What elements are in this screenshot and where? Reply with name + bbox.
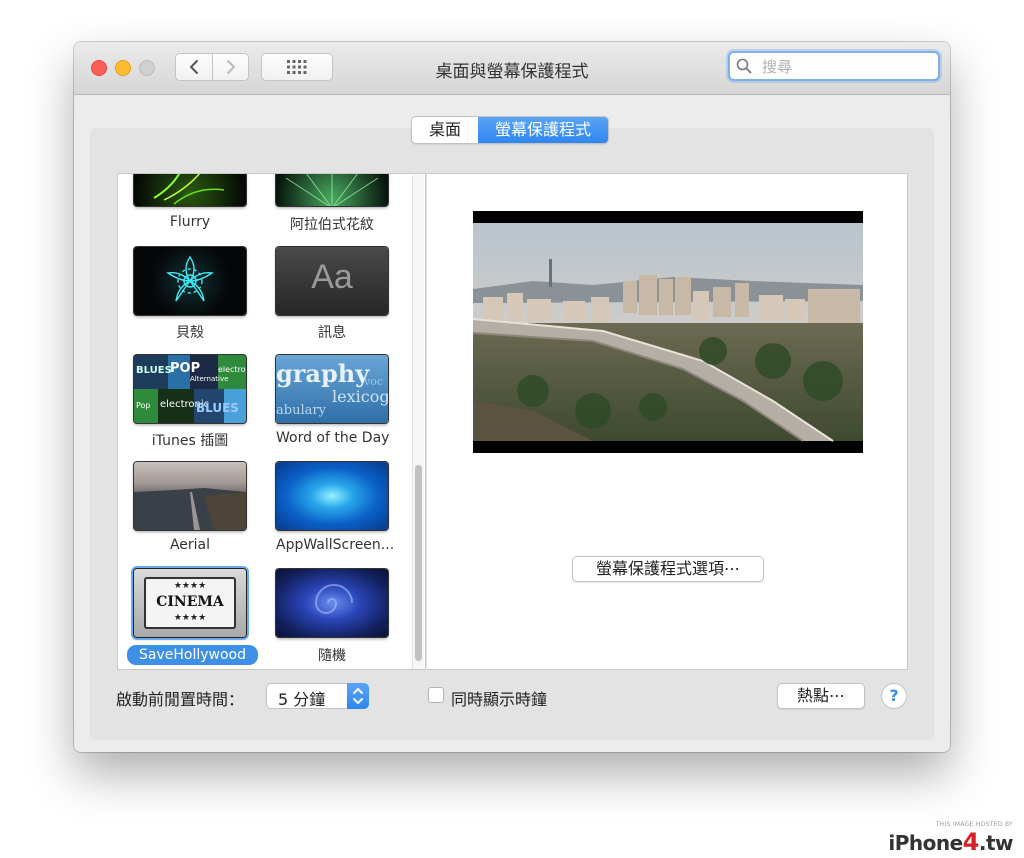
thumbnail-aerial[interactable]	[134, 462, 246, 530]
thumbnail-arabesque[interactable]	[276, 174, 388, 206]
cinema-ticket-text: CINEMA	[156, 594, 224, 610]
label-message: 訊息	[318, 325, 346, 341]
hot-corners-button[interactable]: 熱點⋯	[777, 683, 865, 709]
thumbnail-word-of-the-day[interactable]: graphy voc lexicog abulary	[276, 355, 388, 423]
message-thumb-text: Aa	[311, 258, 353, 296]
label-appwallscreen: AppWallScreen...	[276, 537, 395, 553]
tab-desktop[interactable]: 桌面	[412, 117, 478, 143]
aerial-art	[134, 488, 246, 530]
search-icon	[736, 58, 752, 74]
itunes-tile-blues-1: BLUES	[136, 365, 172, 376]
shell-art	[166, 255, 214, 302]
thumbnail-appwallscreen[interactable]	[276, 462, 388, 530]
itunes-tile-alternative: Alternative	[190, 375, 229, 383]
itunes-tile-pop-1: POP	[170, 361, 201, 376]
watermark-caption: THIS IMAGE HOSTED BY	[935, 821, 1013, 828]
itunes-tile-pop-2: Pop	[136, 401, 151, 410]
wotd-text-graphy: graphy	[276, 359, 370, 388]
thumbnail-random[interactable]	[276, 569, 388, 637]
watermark-brand-prefix: iPhone	[888, 831, 963, 855]
search-field[interactable]	[728, 51, 940, 81]
show-clock-label[interactable]: 同時顯示時鐘	[451, 686, 547, 710]
thumbnail-flurry[interactable]	[134, 174, 246, 206]
screensaver-list[interactable]: Flurry 阿拉伯式花紋 貝殼 Aa 訊息 BLUES POP Alterna…	[117, 173, 426, 670]
screensaver-options-button[interactable]: 螢幕保護程式選項⋯	[572, 556, 764, 582]
label-flurry: Flurry	[169, 214, 211, 230]
scrollbar-thumb[interactable]	[415, 465, 422, 661]
label-word-of-the-day: Word of the Day	[276, 430, 390, 446]
idle-time-label: 啟動前閒置時間：	[116, 690, 245, 709]
tab-screen-saver[interactable]: 螢幕保護程式	[478, 117, 609, 143]
flurry-art	[153, 174, 225, 205]
label-aerial: Aerial	[169, 537, 211, 553]
show-clock-checkbox[interactable]	[428, 687, 444, 703]
screensaver-preview	[472, 211, 863, 453]
label-arabesque: 阿拉伯式花紋	[290, 217, 374, 233]
itunes-tile-electronic-1: electronic	[218, 365, 246, 374]
watermark-brand-digit: 4	[962, 828, 980, 856]
label-savehollywood: SaveHollywood	[127, 645, 258, 665]
stepper-arrows[interactable]	[347, 683, 369, 709]
wotd-text-abulary: abulary	[276, 403, 326, 418]
wotd-text-lexicog: lexicog	[332, 387, 388, 406]
idle-time-select[interactable]: 5 分鐘	[266, 683, 369, 709]
watermark-logo: iPhone4.tw	[888, 828, 1013, 856]
list-scrollbar[interactable]	[412, 175, 424, 669]
preview-image	[472, 223, 863, 442]
help-icon: ?	[889, 686, 899, 705]
label-random: 隨機	[318, 648, 346, 664]
arabesque-art	[285, 174, 379, 206]
chevron-updown-icon	[353, 688, 363, 704]
thumbnail-itunes-artwork[interactable]: BLUES POP Alternative electronic Pop ele…	[134, 355, 246, 423]
idle-time-value: 5 分鐘	[278, 690, 326, 709]
watermark-brand-suffix: .tw	[978, 831, 1014, 855]
tab-control: 桌面 螢幕保護程式	[411, 116, 610, 144]
cinema-stars-top: ★★★★	[173, 581, 207, 591]
system-preferences-window: 桌面與螢幕保護程式 桌面 螢幕保護程式 Flurry	[74, 42, 950, 752]
cinema-stars-bottom: ★★★★	[173, 613, 207, 623]
random-swirl-art	[314, 584, 353, 614]
thumbnail-savehollywood[interactable]: ★★★★ CINEMA ★★★★	[134, 569, 246, 637]
label-shell: 貝殼	[176, 325, 204, 341]
thumbnail-message[interactable]: Aa	[276, 247, 388, 315]
label-itunes-artwork: iTunes 插圖	[151, 433, 229, 449]
watermark: THIS IMAGE HOSTED BY iPhone4.tw	[888, 821, 1019, 856]
search-input[interactable]	[760, 56, 934, 78]
title-bar: 桌面與螢幕保護程式	[74, 42, 950, 95]
thumbnail-shell[interactable]	[134, 247, 246, 315]
help-button[interactable]: ?	[881, 683, 907, 709]
itunes-tile-blues-2: BLUES	[196, 401, 239, 415]
